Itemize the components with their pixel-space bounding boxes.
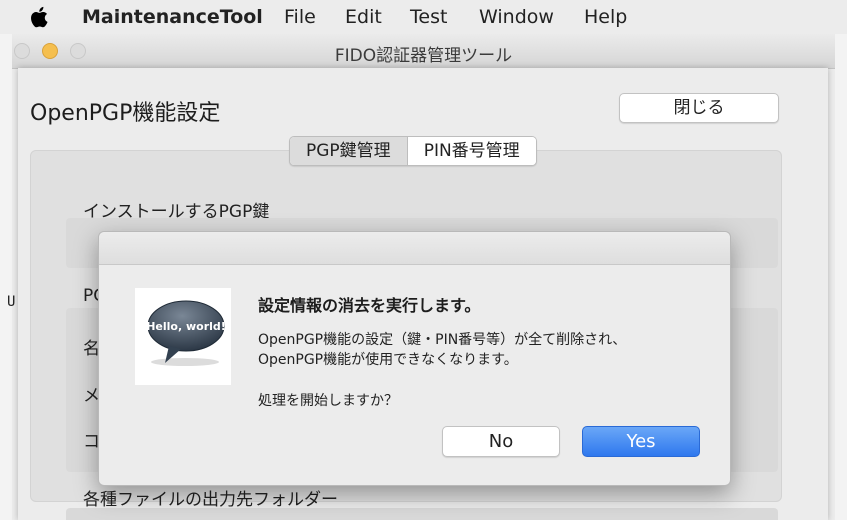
no-button[interactable]: No xyxy=(442,426,560,457)
dialog-message-line-2: OpenPGP機能が使用できなくなります。 xyxy=(258,352,518,368)
desktop-right-strip xyxy=(835,34,847,520)
menu-app-name[interactable]: MaintenanceTool xyxy=(82,5,263,29)
close-button[interactable]: 閉じる xyxy=(619,93,779,123)
dialog-title-bar xyxy=(99,232,730,265)
dialog-question: 処理を開始しますか？ xyxy=(258,393,398,409)
desktop-left-strip: U xyxy=(0,34,16,520)
window-title: FIDO認証器管理ツール xyxy=(334,46,513,66)
apple-icon[interactable] xyxy=(30,4,52,30)
yes-button[interactable]: Yes xyxy=(582,426,700,457)
output-folder-label: 各種ファイルの出力先フォルダー xyxy=(83,490,338,510)
tab-pin-numbers[interactable]: PIN番号管理 xyxy=(407,137,536,165)
output-folder-box xyxy=(66,508,778,520)
menu-window[interactable]: Window xyxy=(479,5,554,29)
tab-control: PGP鍵管理 PIN番号管理 xyxy=(289,136,537,166)
menu-help[interactable]: Help xyxy=(584,5,627,29)
menu-test[interactable]: Test xyxy=(410,5,447,29)
speech-bubble-icon: Hello, world! xyxy=(135,288,231,385)
icon-text: Hello, world! xyxy=(146,320,226,333)
menu-file[interactable]: File xyxy=(284,5,316,29)
page-title: OpenPGP機能設定 xyxy=(30,101,221,126)
tab-pgp-keys[interactable]: PGP鍵管理 xyxy=(290,137,408,165)
dialog-message-line-1: OpenPGP機能の設定（鍵・PIN番号等）が全て削除され、 xyxy=(258,332,627,348)
dialog-title: 設定情報の消去を実行します。 xyxy=(258,296,481,315)
title-bar[interactable]: FIDO認証器管理ツール xyxy=(0,34,847,69)
menu-bar: MaintenanceTool File Edit Test Window He… xyxy=(0,0,847,35)
menu-edit[interactable]: Edit xyxy=(345,5,382,29)
confirm-dialog: Hello, world! 設定情報の消去を実行します。 OpenPGP機能の設… xyxy=(98,231,731,486)
background-text: U xyxy=(7,294,16,310)
